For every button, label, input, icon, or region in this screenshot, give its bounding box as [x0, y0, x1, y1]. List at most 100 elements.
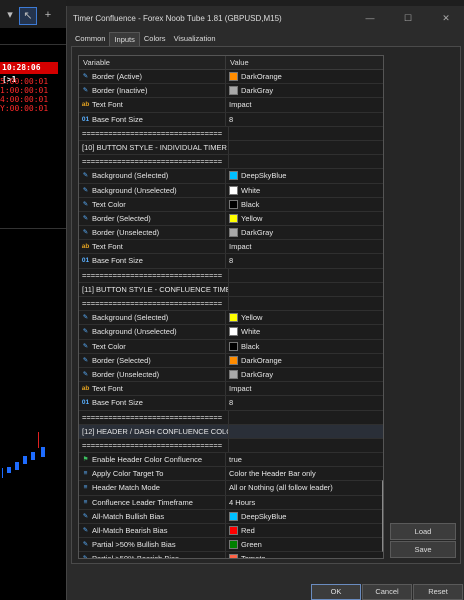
- value-cell[interactable]: DarkOrange: [226, 70, 383, 83]
- input-row[interactable]: ✎ All-Match Bearish Bias Red: [79, 524, 383, 539]
- variable-cell: ================================: [79, 410, 229, 424]
- variable-cell: ⚑ Enable Header Color Confluence: [79, 453, 226, 467]
- input-row[interactable]: ✎ Background (Unselected) White: [79, 325, 383, 340]
- scrollbar-thumb[interactable]: [382, 480, 383, 552]
- value-cell[interactable]: Tomato: [226, 552, 383, 558]
- value-cell[interactable]: All or Nothing (all follow leader): [226, 481, 383, 494]
- input-row[interactable]: 01 Base Font Size 8: [79, 254, 383, 269]
- value-text: 8: [229, 114, 234, 124]
- input-row[interactable]: ✎ Partial >50% Bearish Bias Tomato: [79, 552, 383, 558]
- input-row[interactable]: ✎ Border (Selected) Yellow: [79, 211, 383, 227]
- input-row[interactable]: ≡ Confluence Leader Timeframe 4 Hours: [79, 495, 383, 510]
- input-row[interactable]: ⚑ Enable Header Color Confluence true: [79, 453, 383, 468]
- grid-scrollbar[interactable]: [381, 70, 383, 556]
- dialog-tabs: Common Inputs Colors Visualization: [67, 32, 464, 46]
- reset-button[interactable]: Reset: [413, 584, 463, 600]
- value-cell[interactable]: Black: [226, 198, 383, 211]
- input-row[interactable]: ab Text Font Impact: [79, 98, 383, 113]
- value-cell[interactable]: Impact: [226, 240, 383, 253]
- tab-colors[interactable]: Colors: [140, 32, 170, 46]
- input-row[interactable]: ✎ Border (Inactive) DarkGray: [79, 84, 383, 99]
- brush-icon: ✎: [82, 73, 89, 80]
- cancel-button[interactable]: Cancel: [362, 584, 412, 600]
- toolbar-dropdown-icon[interactable]: ▾: [2, 7, 18, 23]
- value-cell[interactable]: DarkGray: [226, 368, 383, 381]
- input-row[interactable]: ✎ Background (Unselected) White: [79, 183, 383, 198]
- tab-common[interactable]: Common: [71, 32, 109, 46]
- column-header-variable[interactable]: Variable: [79, 56, 226, 69]
- input-row[interactable]: ✎ Border (Unselected) DarkGray: [79, 226, 383, 241]
- value-cell[interactable]: Impact: [226, 382, 383, 395]
- input-row[interactable]: ✎ Border (Unselected) DarkGray: [79, 367, 383, 383]
- input-row[interactable]: ✎ Border (Selected) DarkOrange: [79, 353, 383, 368]
- tab-visualization[interactable]: Visualization: [170, 32, 220, 46]
- ok-button[interactable]: OK: [311, 584, 361, 600]
- section-row[interactable]: ================================: [79, 297, 383, 312]
- number-icon: 01: [81, 257, 90, 265]
- section-row[interactable]: [11] BUTTON STYLE - CONFLUENCE TIME...: [79, 282, 383, 297]
- value-cell[interactable]: DarkGray: [226, 226, 383, 239]
- tab-inputs[interactable]: Inputs: [109, 32, 140, 46]
- input-row[interactable]: 01 Base Font Size 8: [79, 112, 383, 127]
- section-row[interactable]: ================================: [79, 126, 383, 141]
- section-row[interactable]: ================================: [79, 438, 383, 454]
- cursor-icon[interactable]: ↖: [19, 7, 37, 25]
- value-cell[interactable]: DeepSkyBlue: [226, 169, 383, 182]
- value-cell[interactable]: 4 Hours: [226, 496, 383, 509]
- load-button[interactable]: Load: [390, 523, 456, 540]
- variable-name: Border (Active): [92, 72, 143, 81]
- column-header-value[interactable]: Value: [226, 56, 249, 69]
- input-row[interactable]: ✎ All-Match Bullish Bias DeepSkyBlue: [79, 509, 383, 524]
- value-cell[interactable]: true: [226, 453, 383, 466]
- value-cell: [229, 425, 383, 438]
- maximize-icon[interactable]: ☐: [389, 13, 427, 24]
- value-cell[interactable]: DarkOrange: [226, 354, 383, 367]
- candle: [7, 467, 11, 473]
- value-cell[interactable]: Yellow: [226, 311, 383, 324]
- section-row[interactable]: ================================: [79, 410, 383, 425]
- input-row[interactable]: ab Text Font Impact: [79, 382, 383, 397]
- value-cell[interactable]: White: [226, 325, 383, 338]
- input-row[interactable]: ✎ Border (Active) DarkOrange: [79, 70, 383, 85]
- chart-toolbar: ▾ ↖ +: [0, 0, 66, 28]
- input-row[interactable]: ab Text Font Impact: [79, 240, 383, 255]
- value-cell[interactable]: 8: [226, 113, 383, 126]
- price-chart[interactable]: ▾ ↖ + 10:28:06 [>1 5:00:00:01 1:00:00:01…: [0, 0, 66, 600]
- close-icon[interactable]: ✕: [427, 13, 464, 24]
- input-row[interactable]: ≡ Apply Color Target To Color the Header B…: [79, 467, 383, 482]
- input-row[interactable]: 01 Base Font Size 8: [79, 396, 383, 411]
- color-swatch: [229, 86, 238, 96]
- value-cell[interactable]: 8: [226, 254, 383, 267]
- save-button[interactable]: Save: [390, 541, 456, 558]
- section-row[interactable]: [12] HEADER / DASH CONFLUENCE COLOR: [79, 424, 383, 439]
- variable-name: Text Color: [92, 341, 126, 351]
- value-cell: [229, 283, 383, 296]
- value-cell[interactable]: 8: [226, 396, 383, 409]
- value-cell[interactable]: Black: [226, 340, 383, 353]
- value-cell[interactable]: Color the Header Bar only: [226, 467, 383, 480]
- value-cell[interactable]: DarkGray: [226, 84, 383, 97]
- section-row[interactable]: ================================: [79, 268, 383, 283]
- section-row[interactable]: [10] BUTTON STYLE - INDIVIDUAL TIMER ...: [79, 140, 383, 156]
- crosshair-icon[interactable]: +: [40, 7, 56, 23]
- input-row[interactable]: ✎ Background (Selected) Yellow: [79, 311, 383, 326]
- brush-icon: ✎: [82, 200, 89, 208]
- input-row[interactable]: ✎ Text Color Black: [79, 339, 383, 354]
- input-row[interactable]: ✎ Background (Selected) DeepSkyBlue: [79, 169, 383, 184]
- value-cell[interactable]: Impact: [226, 98, 383, 111]
- variable-name: ================================: [82, 412, 223, 422]
- section-row[interactable]: ================================: [79, 155, 383, 170]
- minimize-icon[interactable]: —: [351, 13, 389, 23]
- value-cell[interactable]: White: [226, 184, 383, 197]
- value-cell[interactable]: DeepSkyBlue: [226, 510, 383, 523]
- dialog-titlebar[interactable]: Timer Confluence - Forex Noob Tube 1.81 …: [67, 6, 464, 30]
- value-cell[interactable]: Yellow: [226, 212, 383, 225]
- input-row[interactable]: ✎ Partial >50% Bullish Bias Green: [79, 538, 383, 553]
- input-row[interactable]: ≡ Header Match Mode All or Nothing (all fo…: [79, 481, 383, 496]
- value-cell[interactable]: Green: [226, 538, 383, 551]
- value-cell[interactable]: Red: [226, 524, 383, 537]
- color-swatch: [229, 341, 238, 351]
- color-swatch: [229, 355, 238, 365]
- input-row[interactable]: ✎ Text Color Black: [79, 197, 383, 212]
- variable-name: ================================: [82, 128, 223, 138]
